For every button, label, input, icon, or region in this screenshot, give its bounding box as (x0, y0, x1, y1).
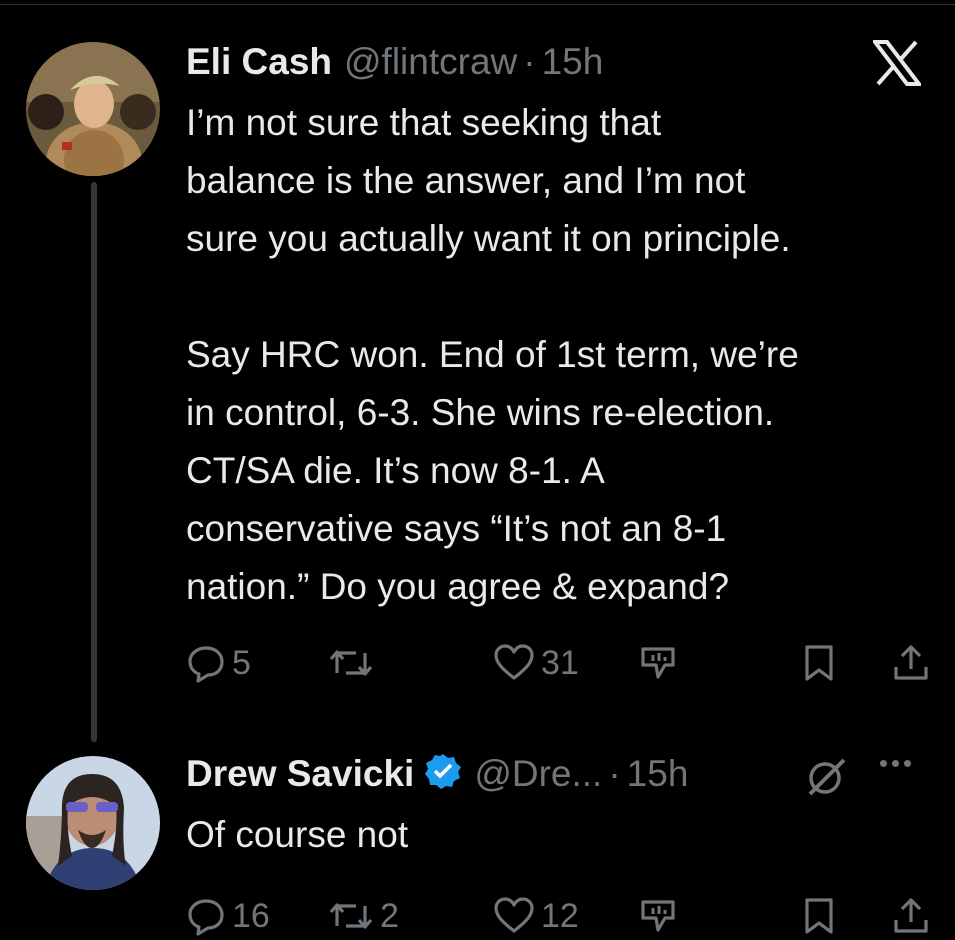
reply-icon (188, 899, 224, 936)
tweet2-header: Drew Savicki @Dre... · 15h (186, 752, 688, 800)
tweet1-header: Eli Cash @flintcraw · 15h (186, 40, 603, 84)
grok-icon[interactable] (804, 754, 850, 805)
tweet1-text: I’m not sure that seeking that balance i… (186, 94, 946, 616)
share-button[interactable] (891, 643, 931, 683)
tweet1-separator: · (523, 41, 536, 82)
reply-count: 5 (232, 643, 251, 682)
analytics-button[interactable] (638, 896, 678, 938)
share-icon (894, 645, 928, 680)
tweet1-line: in control, 6-3. She wins re-election. (186, 392, 775, 433)
tweet2-author-name[interactable]: Drew Savicki (186, 752, 414, 796)
like-button[interactable]: 31 (493, 643, 579, 683)
reply-icon (188, 646, 224, 683)
share-icon (894, 898, 928, 933)
tweet2-handle[interactable]: @Dre... (474, 752, 602, 796)
top-divider (0, 4, 955, 5)
retweet-count: 2 (380, 896, 399, 935)
tweet1-line: balance is the answer, and I’m not (186, 160, 746, 201)
tweet2-line: Of course not (186, 814, 409, 855)
tweet1-line: CT/SA die. It’s now 8-1. A (186, 450, 605, 491)
verified-badge-icon (424, 752, 462, 800)
share-button[interactable] (891, 896, 931, 936)
tweet2-actions: 16 2 12 (186, 896, 936, 940)
reply-count: 16 (232, 896, 270, 935)
heart-icon (494, 644, 534, 680)
tweet1-line: nation.” Do you agree & expand? (186, 566, 730, 607)
avatar-image (26, 42, 160, 176)
x-logo-icon[interactable] (870, 40, 924, 91)
tweet1-line: sure you actually want it on principle. (186, 218, 791, 259)
like-button[interactable]: 12 (493, 896, 579, 936)
retweet-button[interactable] (328, 643, 380, 683)
bookmark-icon (805, 898, 833, 934)
tweet1-handle[interactable]: @flintcraw (344, 40, 517, 84)
retweet-icon (329, 903, 373, 929)
reply-button[interactable]: 16 (186, 896, 270, 936)
analytics-button[interactable] (638, 643, 678, 685)
tweet1-line: Say HRC won. End of 1st term, we’re (186, 334, 799, 375)
bookmark-button[interactable] (802, 643, 836, 683)
retweet-icon (329, 650, 373, 676)
more-icon[interactable] (880, 760, 911, 767)
avatar-image (26, 756, 160, 890)
analytics-icon (641, 647, 675, 679)
tweet2-timestamp[interactable]: 15h (627, 752, 689, 796)
tweet1-line: I’m not sure that seeking that (186, 102, 662, 143)
like-count: 31 (541, 643, 579, 682)
analytics-icon (641, 900, 675, 932)
tweet1-actions: 5 31 (186, 643, 936, 687)
tweet1-author-name[interactable]: Eli Cash (186, 40, 332, 84)
tweet2-text: Of course not (186, 806, 946, 864)
avatar-eli-cash[interactable] (26, 42, 160, 176)
retweet-button[interactable]: 2 (328, 896, 399, 936)
bookmark-button[interactable] (802, 896, 836, 936)
heart-icon (494, 897, 534, 933)
tweet1-timestamp[interactable]: 15h (542, 40, 604, 84)
thread-connector-line (91, 182, 97, 742)
tweet2-separator: · (608, 753, 621, 794)
reply-button[interactable]: 5 (186, 643, 251, 683)
bookmark-icon (805, 645, 833, 681)
like-count: 12 (541, 896, 579, 935)
avatar-drew-savicki[interactable] (26, 756, 160, 890)
tweet1-line: conservative says “It’s not an 8-1 (186, 508, 727, 549)
